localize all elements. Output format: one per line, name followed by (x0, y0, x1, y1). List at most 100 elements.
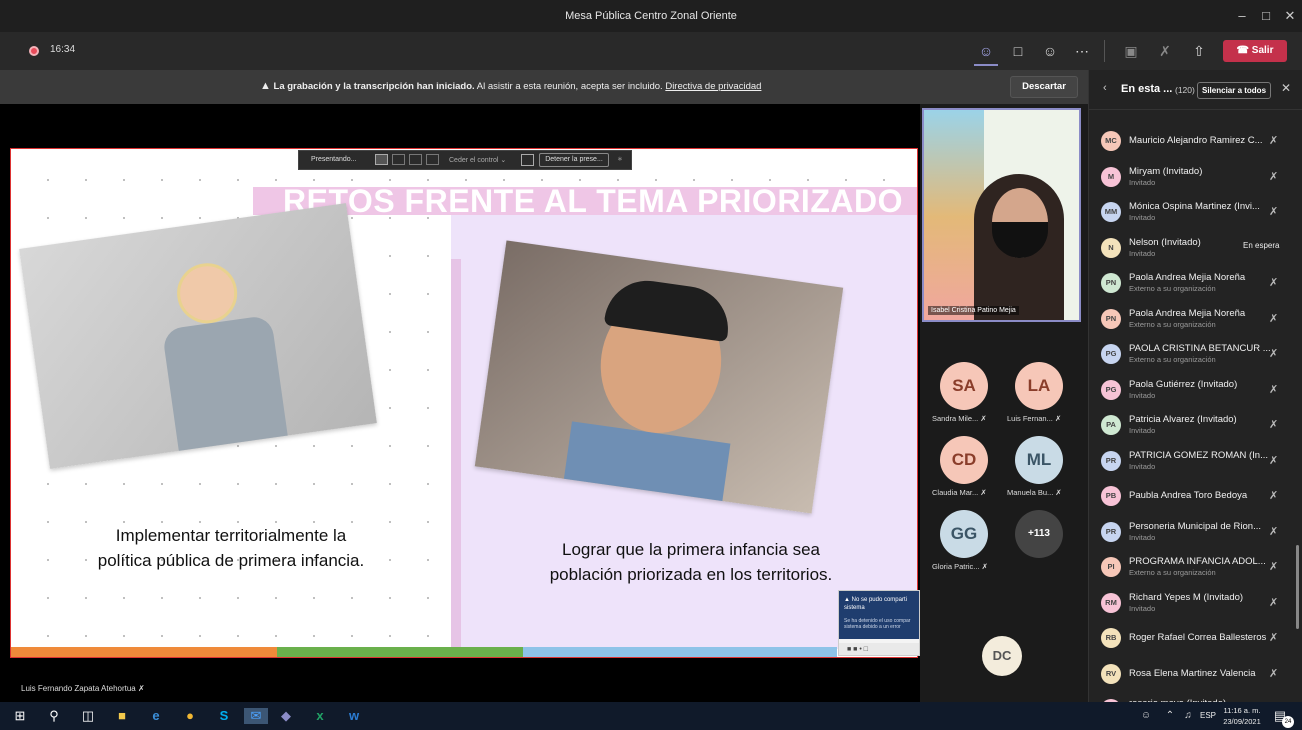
mute-all-button[interactable]: Silenciar a todos (1197, 82, 1272, 99)
skype-icon[interactable]: S (216, 708, 232, 724)
close-icon[interactable]: ✕ (1278, 6, 1302, 26)
more-icon[interactable]: ⋯ (1072, 42, 1092, 60)
back-icon[interactable]: ‹ (1103, 82, 1107, 94)
mic-off-icon[interactable]: ✗ (1269, 134, 1278, 147)
participant-row[interactable]: PN Paola Andrea Mejia Noreña Externo a su … (1089, 266, 1302, 300)
gallery-avatar[interactable]: CD (940, 436, 988, 484)
participant-row[interactable]: PR Personeria Municipal de Rion... Invitad… (1089, 515, 1302, 549)
mic-off-icon[interactable]: ✗ (1269, 525, 1278, 538)
presenting-label: Presentando... (311, 156, 357, 163)
participant-row[interactable]: PG Paola Gutiérrez (Invitado) Invitado ✗ (1089, 373, 1302, 407)
participant-row[interactable]: N Nelson (Invitado) Invitado En espera (1089, 231, 1302, 265)
participant-row[interactable]: MM Mónica Ospina Martinez (Invi... Invitad… (1089, 195, 1302, 229)
mic-off-icon[interactable]: ✗ (1269, 276, 1278, 289)
mic-off-icon[interactable]: ✗ (1269, 418, 1278, 431)
minimize-icon[interactable]: – (1230, 6, 1254, 26)
mic-off-icon[interactable]: ✗ (1269, 170, 1278, 183)
pin-icon[interactable]: ∗ (617, 155, 623, 163)
layout-icon-2[interactable] (392, 154, 405, 165)
panel-scrollbar[interactable] (1296, 545, 1299, 629)
screen-icon[interactable] (521, 154, 534, 166)
avatar-dc[interactable]: DC (982, 636, 1022, 676)
edge-icon[interactable]: e (148, 708, 164, 724)
participant-row[interactable]: M Miryam (Invitado) Invitado ✗ (1089, 160, 1302, 194)
layout-icon-3[interactable] (409, 154, 422, 165)
outlook-icon[interactable]: ✉ (244, 708, 268, 724)
participant-row[interactable]: PR PATRICIA GOMEZ ROMAN (In... Invitado ✗ (1089, 444, 1302, 478)
mic-off-icon[interactable]: ✗ (1269, 667, 1278, 680)
volume-icon[interactable]: ♫ (1180, 708, 1196, 724)
gallery-avatar[interactable]: ML (1015, 436, 1063, 484)
participant-row[interactable]: PB Paubla Andrea Toro Bedoya ✗ (1089, 479, 1302, 513)
participant-row[interactable]: RB Roger Rafael Correa Ballesteros ✗ (1089, 621, 1302, 655)
gallery-name-text: Sandra Mile... (932, 414, 979, 423)
mic-off-icon[interactable]: ✗ (1269, 560, 1278, 573)
file-explorer-icon[interactable]: ■ (114, 708, 130, 724)
avatar: PI (1101, 557, 1121, 577)
more-participants-tile[interactable]: +113 (1015, 510, 1063, 558)
mic-off-icon: ✗ (1054, 414, 1062, 423)
recording-banner: ▲ La grabación y la transcripción han in… (0, 70, 1088, 104)
start-icon[interactable]: ⊞ (12, 708, 28, 724)
participant-row[interactable]: RM Richard Yepes M (Invitado) Invitado ✗ (1089, 586, 1302, 620)
participant-role: Externo a su organización (1129, 355, 1216, 364)
mic-off-icon[interactable]: ✗ (1269, 312, 1278, 325)
participant-row[interactable]: RV Rosa Elena Martinez Valencia ✗ (1089, 657, 1302, 691)
clock[interactable]: 11:16 a. m. 23/09/2021 (1222, 705, 1262, 727)
word-icon[interactable]: w (346, 708, 362, 724)
mic-off-icon[interactable]: ✗ (1269, 347, 1278, 360)
avatar: RM (1101, 592, 1121, 613)
task-view-icon[interactable]: ◫ (80, 708, 96, 724)
gallery-avatar[interactable]: GG (940, 510, 988, 558)
share-icon[interactable]: ⇧ (1189, 42, 1209, 60)
layout-icon-1[interactable] (375, 154, 388, 165)
stop-presenting-button[interactable]: Detener la prese... (539, 153, 609, 167)
gallery-avatar[interactable]: SA (940, 362, 988, 410)
give-control-dropdown[interactable]: Ceder el control ⌄ (449, 156, 506, 164)
warning-icon: ▲ (260, 80, 271, 92)
tray-chevron-icon[interactable]: ⌃ (1162, 708, 1178, 724)
participants-icon[interactable]: ☺ (976, 42, 996, 60)
participant-row[interactable]: PN Paola Andrea Mejia Noreña Externo a su … (1089, 302, 1302, 336)
participant-row[interactable]: PI PROGRAMA INFANCIA ADOL... Externo a su … (1089, 550, 1302, 584)
participant-role: Invitado (1129, 426, 1156, 435)
language-indicator[interactable]: ESP (1200, 711, 1216, 720)
mic-off-icon[interactable]: ✗ (1269, 454, 1278, 467)
privacy-link[interactable]: Directiva de privacidad (665, 81, 761, 92)
reactions-icon[interactable]: ☺ (1040, 42, 1060, 60)
people-icon[interactable]: ☺ (1138, 708, 1154, 724)
mic-off-icon[interactable]: ✗ (1269, 631, 1278, 644)
stripe-blue (523, 647, 837, 657)
gallery-avatar[interactable]: LA (1015, 362, 1063, 410)
leave-button[interactable]: ☎ Salir (1223, 40, 1287, 62)
chat-icon[interactable]: □ (1008, 42, 1028, 60)
toast-icons: ■ ■ • □ (839, 643, 919, 655)
mic-off-icon[interactable]: ✗ (1269, 205, 1278, 218)
layout-icon-4[interactable] (426, 154, 439, 165)
participant-role: Invitado (1129, 213, 1156, 222)
left-caption-line-2: política pública de primera infancia. (97, 551, 365, 570)
video-tile-isabel[interactable]: Isabel Cristina Patino Mejia (922, 108, 1081, 322)
teams-icon[interactable]: ◆ (278, 708, 294, 724)
leave-label: Salir (1251, 45, 1274, 56)
maximize-icon[interactable]: □ (1254, 6, 1278, 26)
toolbar-divider (1104, 40, 1105, 62)
avatar: PG (1101, 344, 1121, 364)
excel-icon[interactable]: x (312, 708, 328, 724)
chrome-icon[interactable]: ● (182, 708, 198, 724)
meeting-toolbar: 16:34 ☺ □ ☺ ⋯ ▣ ✗ ⇧ ☎ Salir (0, 32, 1302, 70)
mic-off-icon[interactable]: ✗ (1269, 489, 1278, 502)
mic-off-icon[interactable]: ✗ (1269, 383, 1278, 396)
dismiss-button[interactable]: Descartar (1010, 76, 1078, 98)
close-panel-icon[interactable]: ✕ (1281, 81, 1291, 95)
mic-off-icon[interactable]: ✗ (1155, 42, 1175, 60)
video-name-label: Isabel Cristina Patino Mejia (928, 306, 1019, 315)
participant-row[interactable]: MC Mauricio Alejandro Ramirez C... ✗ (1089, 124, 1302, 158)
camera-off-icon[interactable]: ▣ (1121, 42, 1141, 60)
windows-taskbar: ⊞ ⚲ ◫ ■ e ● S ✉ ◆ x w ☺ ⌃ ♫ ESP 11:16 a.… (0, 702, 1302, 730)
participant-row[interactable]: PA Patricia Alvarez (Invitado) Invitado ✗ (1089, 408, 1302, 442)
mic-off-icon[interactable]: ✗ (1269, 596, 1278, 609)
avatar: PA (1101, 415, 1121, 435)
participant-row[interactable]: PG PAOLA CRISTINA BETANCUR ... Externo a s… (1089, 337, 1302, 371)
search-icon[interactable]: ⚲ (46, 708, 62, 724)
